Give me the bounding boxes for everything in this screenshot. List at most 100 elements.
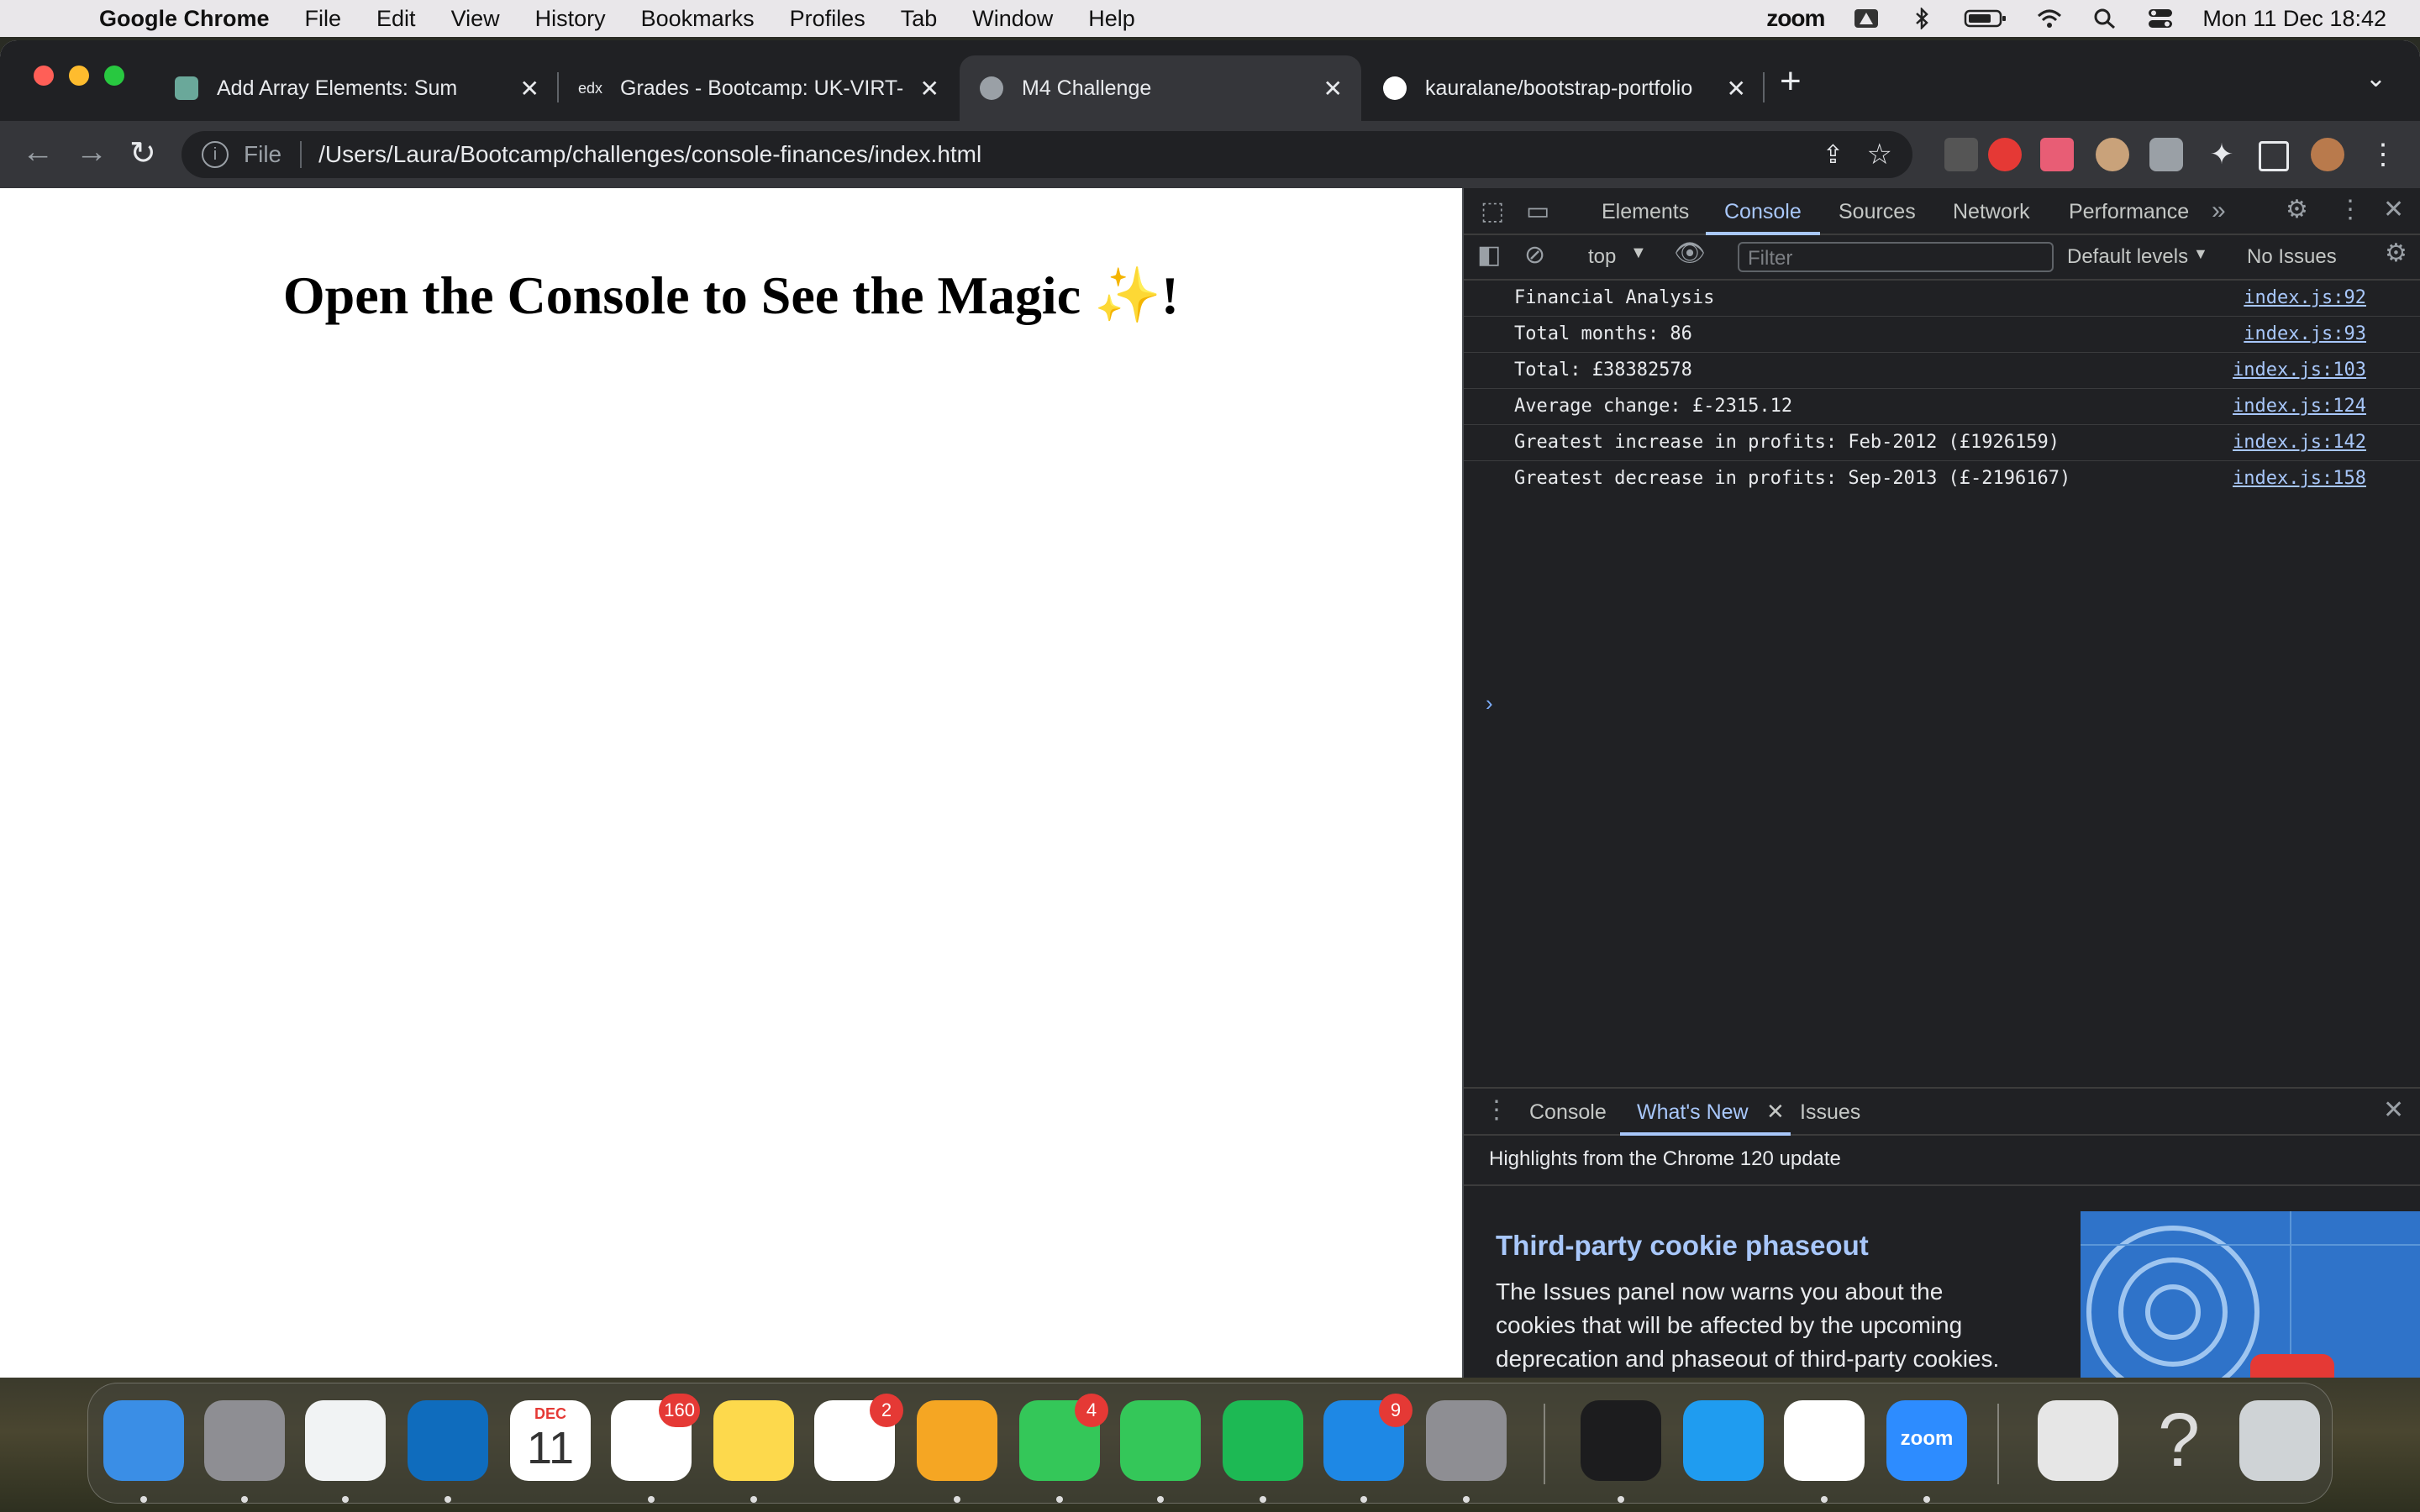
drawer-tab-whats-new[interactable]: What's New — [1620, 1100, 1791, 1136]
maximize-window-button[interactable] — [104, 66, 124, 86]
youtube-play-icon[interactable] — [2250, 1354, 2334, 1378]
clear-console-icon[interactable]: ⊘ — [1524, 240, 1545, 270]
drawer-menu-icon[interactable]: ⋮ — [1484, 1095, 1509, 1125]
context-dropdown-icon[interactable]: ▼ — [1630, 244, 1647, 263]
bluetooth-icon[interactable] — [1908, 8, 1935, 29]
tab-elements[interactable]: Elements — [1602, 200, 1689, 224]
battery-icon[interactable] — [1964, 8, 2007, 29]
log-source-link[interactable]: index.js:158 — [2233, 461, 2366, 496]
reminders-dock-icon[interactable]: 160 — [611, 1394, 700, 1503]
more-tabs-chevron-icon[interactable]: » — [2212, 197, 2226, 225]
whats-new-video-thumbnail[interactable] — [2081, 1211, 2420, 1378]
side-panel-icon[interactable] — [2259, 141, 2289, 171]
slack-dock-icon[interactable] — [1784, 1400, 1865, 1503]
log-source-link[interactable]: index.js:124 — [2233, 389, 2366, 424]
console-filter-input[interactable]: Filter — [1738, 242, 2054, 272]
menu-tab[interactable]: Tab — [901, 6, 938, 32]
new-tab-button[interactable]: + — [1780, 60, 1802, 102]
trash-dock-icon[interactable] — [2239, 1400, 2320, 1481]
camera-extension-icon[interactable] — [2149, 138, 2183, 171]
tab-performance[interactable]: Performance — [2069, 200, 2189, 224]
url-text[interactable]: /Users/Laura/Bootcamp/challenges/console… — [318, 141, 981, 168]
menu-bookmarks[interactable]: Bookmarks — [641, 6, 755, 32]
calendar-dock-icon[interactable]: DEC 11 — [510, 1400, 591, 1481]
close-window-button[interactable] — [34, 66, 54, 86]
help-dock-icon[interactable]: ? — [2139, 1400, 2219, 1481]
colorpicker-extension-icon[interactable] — [1944, 138, 1978, 171]
menu-app-name[interactable]: Google Chrome — [99, 6, 270, 32]
close-tab-icon[interactable]: ✕ — [520, 75, 539, 102]
levels-dropdown-icon[interactable]: ▼ — [2193, 245, 2208, 263]
site-info-icon[interactable]: i — [202, 141, 229, 168]
address-bar[interactable]: i File /Users/Laura/Bootcamp/challenges/… — [182, 131, 1912, 178]
wifi-icon[interactable] — [2036, 8, 2063, 29]
control-center-icon[interactable] — [2147, 8, 2174, 29]
zoom-dock-icon[interactable]: zoom — [1886, 1400, 1967, 1503]
forward-arrow-icon[interactable]: → — [76, 134, 108, 171]
reload-icon[interactable]: ↻ — [129, 134, 156, 172]
tab-console[interactable]: Console — [1706, 200, 1820, 235]
terminal-dock-icon[interactable] — [1581, 1400, 1661, 1503]
menu-view[interactable]: View — [451, 6, 500, 32]
video-extension-icon[interactable] — [2040, 138, 2074, 171]
devtools-menu-icon[interactable]: ⋮ — [2338, 195, 2363, 224]
tab-sources[interactable]: Sources — [1839, 200, 1916, 224]
device-toolbar-icon[interactable]: ▭ — [1526, 197, 1549, 226]
context-select[interactable]: top — [1588, 245, 1616, 269]
browser-tab[interactable]: kauralane/bootstrap-portfolio ✕ — [1363, 55, 1765, 121]
console-sidebar-icon[interactable]: ◧ — [1477, 240, 1501, 270]
close-tab-icon[interactable]: ✕ — [1323, 75, 1343, 102]
system-settings-dock-icon[interactable] — [1426, 1400, 1507, 1503]
spotlight-search-icon[interactable] — [2091, 8, 2118, 29]
close-tab-icon[interactable]: ✕ — [920, 75, 939, 102]
menu-help[interactable]: Help — [1088, 6, 1135, 32]
issues-count[interactable]: No Issues — [2247, 245, 2337, 269]
google-chrome-dock-icon[interactable] — [305, 1400, 386, 1503]
photos-dock-icon[interactable]: 2 — [814, 1394, 903, 1481]
pages-dock-icon[interactable] — [917, 1400, 997, 1503]
menu-edit[interactable]: Edit — [376, 6, 416, 32]
finder-dock-icon[interactable] — [103, 1400, 184, 1503]
character-extension-icon[interactable] — [2096, 138, 2129, 171]
spotify-dock-icon[interactable] — [1223, 1400, 1303, 1503]
console-settings-gear-icon[interactable]: ⚙ — [2385, 239, 2407, 268]
log-source-link[interactable]: index.js:142 — [2233, 425, 2366, 460]
outlook-dock-icon[interactable] — [408, 1400, 488, 1503]
feature-title-link[interactable]: Third-party cookie phaseout — [1496, 1230, 1869, 1262]
menubar-clock[interactable]: Mon 11 Dec 18:42 — [2202, 6, 2386, 32]
launchpad-dock-icon[interactable] — [204, 1400, 285, 1503]
console-prompt-chevron-icon[interactable]: › — [1486, 690, 1493, 717]
log-source-link[interactable]: index.js:92 — [2244, 281, 2366, 316]
preview-dock-icon[interactable] — [2038, 1400, 2118, 1481]
close-whats-new-icon[interactable]: ✕ — [1766, 1099, 1785, 1125]
adblock-extension-icon[interactable] — [1988, 138, 2022, 171]
inspect-element-icon[interactable]: ⬚ — [1481, 197, 1504, 226]
bookmark-star-icon[interactable]: ☆ — [1867, 138, 1892, 171]
browser-tab[interactable]: edx Grades - Bootcamp: UK-VIRT- ✕ — [558, 55, 958, 121]
close-drawer-icon[interactable]: ✕ — [2383, 1095, 2404, 1125]
zoom-status-label[interactable]: zoom — [1766, 5, 1825, 32]
tab-search-chevron-icon[interactable]: ⌄ — [2365, 64, 2386, 93]
browser-tab-active[interactable]: M4 Challenge ✕ — [960, 55, 1361, 121]
app-store-dock-icon[interactable]: 9 — [1323, 1394, 1413, 1503]
profile-avatar[interactable] — [2311, 138, 2344, 171]
live-expression-eye-icon[interactable]: 👁 — [1674, 239, 1706, 268]
back-arrow-icon[interactable]: ← — [22, 134, 54, 171]
share-icon[interactable]: ⇪ — [1823, 140, 1844, 170]
menu-window[interactable]: Window — [972, 6, 1053, 32]
close-tab-icon[interactable]: ✕ — [1727, 75, 1746, 102]
menu-profiles[interactable]: Profiles — [790, 6, 865, 32]
extensions-puzzle-icon[interactable]: ✦ — [2205, 138, 2238, 171]
tab-network[interactable]: Network — [1953, 200, 2030, 224]
chrome-menu-icon[interactable]: ⋮ — [2366, 138, 2400, 171]
devtools-settings-gear-icon[interactable]: ⚙ — [2286, 195, 2308, 224]
menu-file[interactable]: File — [305, 6, 342, 32]
browser-tab[interactable]: Add Array Elements: Sum ✕ — [155, 55, 558, 121]
devtools-close-icon[interactable]: ✕ — [2383, 195, 2404, 224]
log-source-link[interactable]: index.js:103 — [2233, 353, 2366, 388]
menu-history[interactable]: History — [535, 6, 606, 32]
log-source-link[interactable]: index.js:93 — [2244, 317, 2366, 352]
messages-dock-icon[interactable]: 4 — [1019, 1394, 1108, 1503]
drive-icon[interactable] — [1853, 8, 1880, 29]
vs-code-dock-icon[interactable] — [1683, 1400, 1764, 1481]
